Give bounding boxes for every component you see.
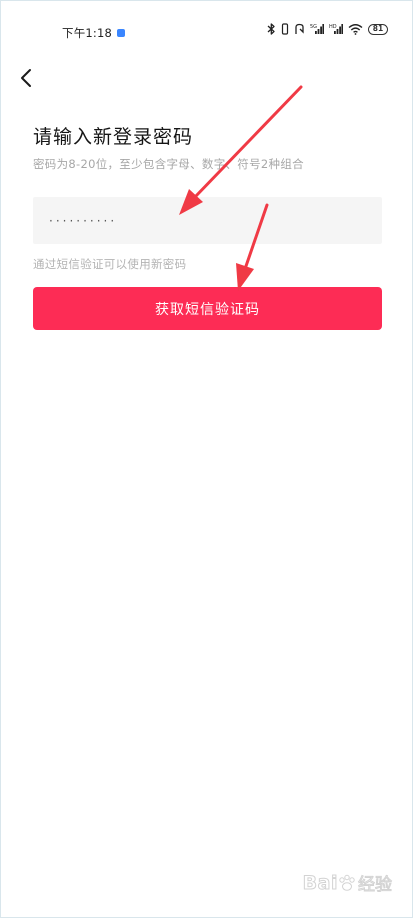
bluetooth-icon bbox=[267, 23, 275, 35]
battery-icon: 81 bbox=[368, 23, 388, 35]
status-bar: 下午1:18 5G HD 81 bbox=[1, 1, 412, 63]
status-icons: 5G HD 81 bbox=[267, 23, 388, 35]
status-time: 下午1:18 bbox=[62, 26, 113, 40]
paw-icon bbox=[339, 874, 355, 891]
get-sms-code-button[interactable]: 获取短信验证码 bbox=[33, 287, 382, 330]
wifi-icon bbox=[348, 24, 363, 35]
watermark-sub: 经验 bbox=[358, 875, 393, 896]
new-password-field[interactable] bbox=[33, 197, 382, 244]
sms-hint: 通过短信验证可以使用新密码 bbox=[33, 257, 187, 271]
svg-text:5G: 5G bbox=[310, 24, 317, 30]
signal-icon: 5G bbox=[310, 24, 324, 34]
chevron-left-icon bbox=[21, 69, 31, 87]
arrow-icon bbox=[179, 85, 303, 215]
baidu-watermark: Bai 经验 bbox=[302, 870, 393, 896]
new-password-input[interactable] bbox=[47, 212, 368, 229]
page-title: 请输入新登录密码 bbox=[33, 126, 194, 148]
svg-text:HD: HD bbox=[329, 24, 337, 30]
data-icon bbox=[295, 23, 304, 34]
app-screen: 下午1:18 5G HD 81 请输入新登录密码 密码为8-20位，至少包含字母… bbox=[0, 0, 413, 918]
signal-icon: HD bbox=[329, 24, 343, 34]
back-button[interactable] bbox=[11, 63, 41, 93]
vibrate-icon bbox=[281, 23, 289, 35]
notification-icon bbox=[117, 29, 126, 37]
watermark-logo: Bai bbox=[302, 871, 338, 894]
password-rules: 密码为8-20位，至少包含字母、数字、符号2种组合 bbox=[33, 157, 304, 171]
